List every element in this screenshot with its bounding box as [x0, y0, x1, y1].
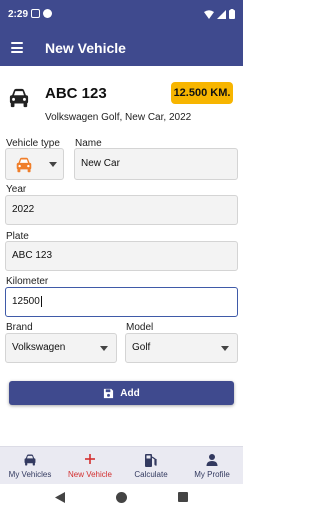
recents-icon[interactable]	[178, 492, 188, 502]
page-title: New Vehicle	[45, 40, 126, 56]
nav-item-my-profile[interactable]: My Profile	[182, 447, 242, 485]
kilometer-badge: 12.500 KM.	[171, 82, 233, 104]
add-button[interactable]: Add	[9, 381, 234, 405]
vehicle-subtitle: Volkswagen Golf, New Car, 2022	[45, 112, 192, 123]
car-icon	[24, 454, 36, 466]
kilometer-field[interactable]: 12500	[5, 287, 238, 317]
year-value: 2022	[12, 204, 35, 215]
notification-icon	[31, 9, 40, 18]
plate-field[interactable]: ABC 123	[5, 241, 238, 271]
year-field[interactable]: 2022	[5, 195, 238, 225]
signal-icon	[217, 9, 226, 19]
bottom-nav: My Vehicles New Vehicle Calculate My Pro…	[0, 446, 243, 484]
car-icon	[16, 157, 32, 173]
car-icon	[9, 88, 29, 108]
app-bar: New Vehicle	[0, 30, 243, 66]
chevron-down-icon	[100, 346, 108, 351]
add-button-label: Add	[120, 387, 140, 399]
model-value: Golf	[132, 342, 151, 353]
home-icon[interactable]	[116, 492, 127, 503]
model-select[interactable]: Golf	[125, 333, 238, 363]
brand-select[interactable]: Volkswagen	[5, 333, 117, 363]
menu-icon[interactable]	[11, 42, 23, 53]
battery-icon	[229, 9, 235, 19]
nav-item-calculate[interactable]: Calculate	[121, 447, 181, 485]
plate-value: ABC 123	[12, 250, 53, 261]
brand-value: Volkswagen	[12, 342, 66, 353]
nav-label-my-profile: My Profile	[194, 470, 230, 479]
fuel-pump-icon	[145, 454, 157, 467]
person-icon	[206, 454, 218, 466]
kilometer-label: Kilometer	[6, 276, 49, 287]
chevron-down-icon	[49, 162, 57, 167]
name-field[interactable]: New Car	[74, 148, 238, 180]
nav-item-my-vehicles[interactable]: My Vehicles	[0, 447, 60, 485]
vehicle-plate-title: ABC 123	[45, 85, 107, 102]
nav-label-calculate: Calculate	[134, 470, 168, 479]
nav-label-new-vehicle: New Vehicle	[67, 470, 113, 479]
kilometer-value: 12500	[12, 296, 40, 307]
status-time: 2:29	[8, 9, 29, 20]
year-label: Year	[6, 184, 27, 195]
text-cursor	[40, 295, 42, 307]
app-notification-icon	[43, 9, 52, 18]
screen: 2:29 New Vehicle ABC 123 12.500 KM. Volk…	[0, 0, 243, 512]
wifi-icon	[204, 9, 214, 19]
nav-label-my-vehicles: My Vehicles	[8, 470, 52, 479]
system-nav-bar	[0, 484, 243, 512]
status-bar: 2:29	[0, 0, 243, 30]
status-notification-icons	[31, 9, 52, 18]
save-icon	[104, 388, 114, 398]
chevron-down-icon	[221, 346, 229, 351]
name-value: New Car	[81, 158, 120, 169]
status-system-icons	[204, 9, 235, 19]
vehicle-type-select[interactable]	[5, 148, 64, 180]
brand-label: Brand	[6, 322, 33, 333]
nav-item-new-vehicle[interactable]: New Vehicle	[60, 447, 120, 485]
back-icon[interactable]	[55, 492, 65, 503]
model-label: Model	[126, 322, 154, 333]
plus-icon	[85, 454, 95, 464]
